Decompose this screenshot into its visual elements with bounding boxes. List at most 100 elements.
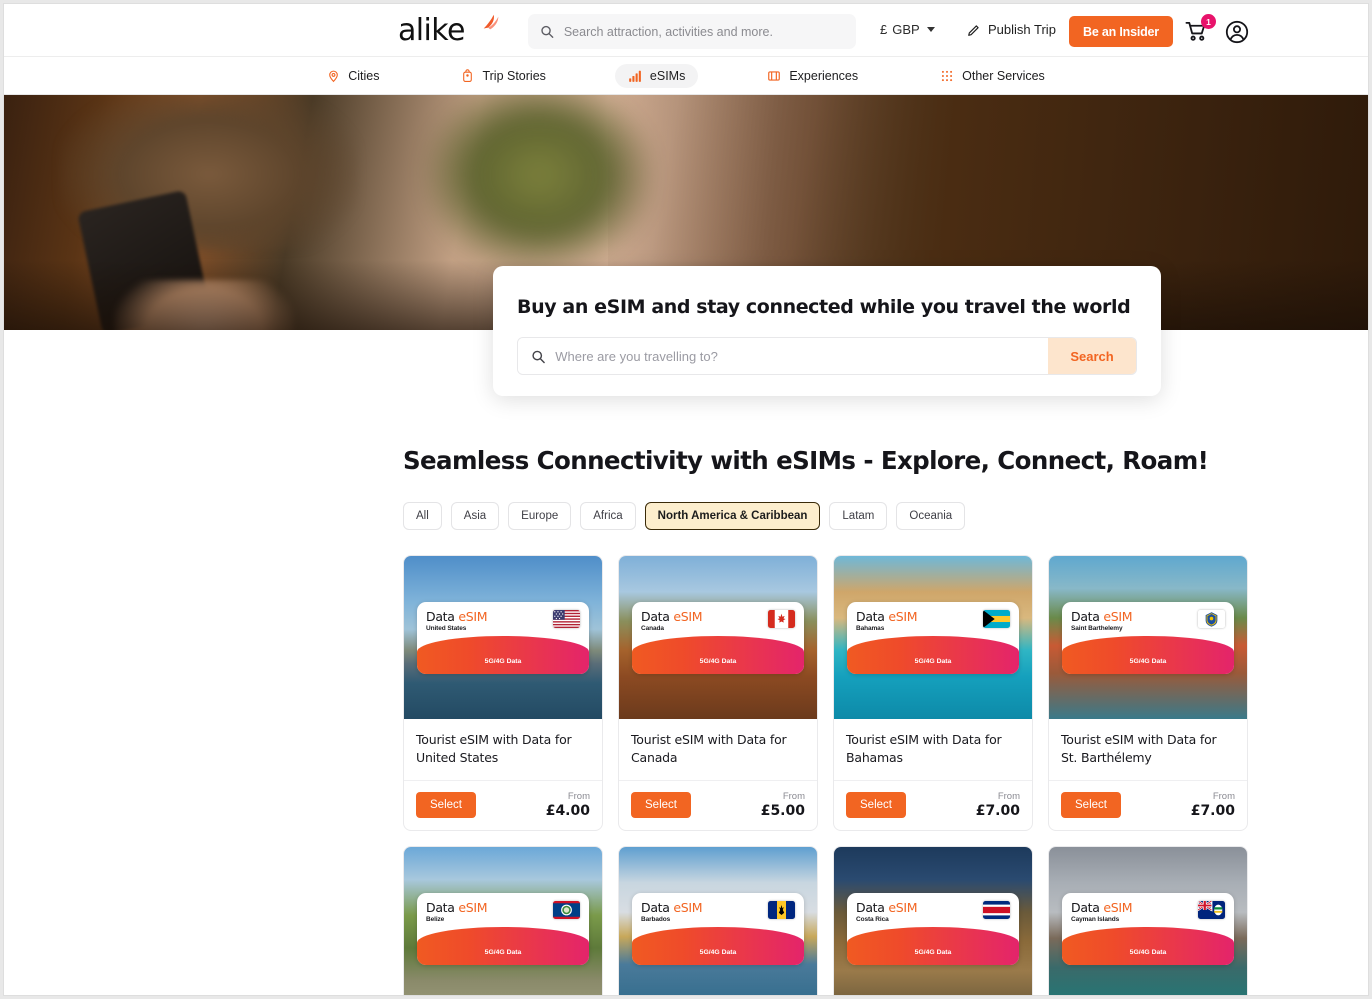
filter-chip-all[interactable]: All [403, 502, 442, 530]
chevron-down-icon [926, 27, 935, 32]
select-button[interactable]: Select [846, 792, 906, 818]
esim-card-badge: Data eSIM Barbados 5G/4G Data [632, 893, 804, 965]
nav-label: Other Services [962, 68, 1045, 83]
site-header: alike £ GBP Publish Trip Be an Insider [4, 4, 1368, 57]
price-from-label: From [1212, 791, 1235, 802]
flag-icon-bl [1198, 610, 1225, 628]
esim-data-type: 5G/4G Data [699, 949, 737, 956]
esim-brand-data: Data [1071, 900, 1104, 915]
esim-brand-data: Data [426, 900, 459, 915]
select-button[interactable]: Select [1061, 792, 1121, 818]
be-an-insider-button[interactable]: Be an Insider [1069, 16, 1173, 47]
flag-icon-us [553, 610, 580, 628]
esim-brand-esim: eSIM [888, 900, 918, 915]
destination-input[interactable] [555, 348, 1035, 364]
filter-chip-africa[interactable]: Africa [580, 502, 636, 530]
nav-label: Experiences [789, 68, 859, 83]
flag-icon-ky [1198, 901, 1225, 919]
product-footer: Select From £7.00 [1049, 781, 1247, 830]
account-button[interactable] [1225, 20, 1249, 49]
ticket-icon [768, 70, 781, 81]
esim-data-type: 5G/4G Data [484, 949, 522, 956]
esim-wave-graphic: 5G/4G Data [847, 927, 1019, 965]
esim-brand-esim: eSIM [458, 900, 488, 915]
esim-brand-data: Data [856, 900, 889, 915]
nav-item-esims[interactable]: eSIMs [614, 63, 699, 88]
search-icon [541, 25, 554, 38]
esim-brand-data: Data [641, 900, 674, 915]
esim-card-badge: Data eSIM Costa Rica 5G/4G Data [847, 893, 1019, 965]
esim-product-card[interactable]: Data eSIM Saint Barthelemy 5G/4G Data Touri… [1048, 555, 1248, 831]
logo-text: alike [398, 13, 465, 48]
esim-data-type: 5G/4G Data [699, 658, 737, 665]
signal-bars-icon [629, 70, 641, 82]
nav-item-experiences[interactable]: Experiences [754, 64, 871, 88]
bird-logo-icon [483, 14, 499, 30]
nav-item-other-services[interactable]: Other Services [927, 64, 1058, 88]
esim-card-badge: Data eSIM Canada 5G/4G Data [632, 602, 804, 674]
filter-chip-oceania[interactable]: Oceania [896, 502, 966, 530]
flag-icon-bb [768, 901, 795, 919]
nav-item-trip-stories[interactable]: Trip Stories [448, 64, 558, 88]
esim-brand-data: Data [426, 609, 459, 624]
product-title: Tourist eSIM with Data for United States [404, 719, 602, 781]
flag-icon-bs [983, 610, 1010, 628]
esim-brand-esim: eSIM [458, 609, 488, 624]
price-block: From £4.00 [546, 791, 590, 819]
price-from-label: From [567, 791, 590, 802]
filter-chip-europe[interactable]: Europe [508, 502, 572, 530]
esim-card-badge: Data eSIM Belize 5G/4G Data [417, 893, 589, 965]
esim-search-button[interactable]: Search [1048, 338, 1136, 374]
product-image: Data eSIM Costa Rica 5G/4G Data [834, 847, 1032, 995]
esim-product-card[interactable]: Data eSIMCosta Rica5G/4G DataTourist eSI… [833, 846, 1033, 995]
esim-wave-graphic: 5G/4G Data [847, 636, 1019, 674]
esim-wave-graphic: 5G/4G Data [417, 636, 589, 674]
price-block: From £7.00 [1191, 791, 1235, 819]
publish-trip-link[interactable]: Publish Trip [967, 22, 1056, 37]
select-button[interactable]: Select [416, 792, 476, 818]
esim-data-type: 5G/4G Data [914, 949, 952, 956]
product-footer: Select From £4.00 [404, 781, 602, 830]
filter-chip-north-america-caribbean[interactable]: North America & Caribbean [644, 502, 821, 530]
esim-card-badge: Data eSIM Saint Barthelemy 5G/4G Data [1062, 602, 1234, 674]
product-image: Data eSIM Cayman Islands 5G/4G Data [1049, 847, 1247, 995]
esim-brand-data: Data [641, 609, 674, 624]
esim-product-card[interactable]: Data eSIMBarbados5G/4G DataTourist eSIM … [618, 846, 818, 995]
price-from-label: From [782, 791, 805, 802]
esim-product-card[interactable]: Data eSIM Bahamas 5G/4G Data Tourist eSIM w… [833, 555, 1033, 831]
app-window: alike £ GBP Publish Trip Be an Insider [3, 3, 1369, 996]
global-search-input[interactable] [563, 24, 844, 39]
alike-logo[interactable]: alike [398, 12, 499, 50]
price-value: £5.00 [760, 803, 805, 819]
publish-trip-label: Publish Trip [988, 22, 1056, 37]
esim-product-card[interactable]: Data eSIMBelize5G/4G DataTourist eSIM wi… [403, 846, 603, 995]
esim-wave-graphic: 5G/4G Data [417, 927, 589, 965]
price-block: From £5.00 [761, 791, 805, 819]
nav-item-cities[interactable]: Cities [314, 64, 392, 88]
esim-brand-esim: eSIM [1103, 609, 1133, 624]
product-title: Tourist eSIM with Data for St. Barthélem… [1049, 719, 1247, 781]
esim-wave-graphic: 5G/4G Data [1062, 636, 1234, 674]
nav-label: eSIMs [649, 68, 686, 83]
filter-chip-asia[interactable]: Asia [450, 502, 500, 530]
flag-icon-ca [768, 610, 795, 628]
product-image: Data eSIM Bahamas 5G/4G Data [834, 556, 1032, 719]
nav-label: Trip Stories [482, 68, 546, 83]
product-title: Tourist eSIM with Data for Canada [619, 719, 817, 781]
cart-button[interactable]: 1 [1184, 14, 1216, 44]
esim-product-card[interactable]: Data eSIM Canada 5G/4G Data Tourist eSIM wi… [618, 555, 818, 831]
flag-icon-cr [983, 901, 1010, 919]
cart-count-badge: 1 [1201, 14, 1216, 29]
global-search-box[interactable] [528, 14, 856, 49]
user-avatar-icon [1225, 20, 1249, 44]
esim-product-card[interactable]: Data eSIMCayman Islands5G/4G DataTourist… [1048, 846, 1248, 995]
esim-product-card[interactable]: Data eSIM United States 5G/4G Data Tourist … [403, 555, 603, 831]
product-footer: Select From £5.00 [619, 781, 817, 830]
filter-chip-latam[interactable]: Latam [829, 502, 888, 530]
esim-search-card: Buy an eSIM and stay connected while you… [493, 266, 1161, 396]
select-button[interactable]: Select [631, 792, 691, 818]
luggage-tag-icon [463, 68, 473, 82]
currency-selector[interactable]: £ GBP [880, 22, 935, 37]
esim-card-badge: Data eSIM United States 5G/4G Data [417, 602, 589, 674]
esim-search-field[interactable] [518, 338, 1048, 374]
